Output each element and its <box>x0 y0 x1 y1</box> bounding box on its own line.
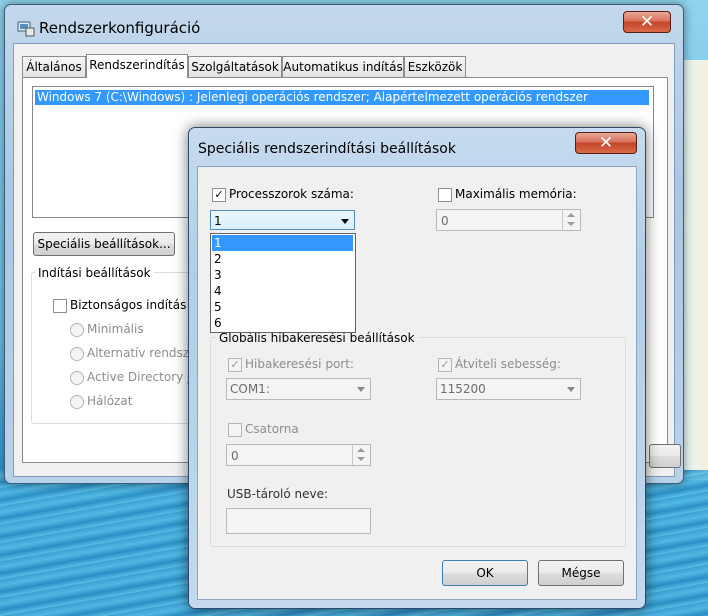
max-memory-checkbox[interactable] <box>438 188 452 202</box>
usb-target-label: USB-tároló neve: <box>227 487 329 501</box>
tab-boot[interactable]: Rendszerindítás <box>86 54 188 78</box>
baud-rate-label: Átviteli sebesség: <box>455 357 561 371</box>
num-processors-label: Processzorok száma: <box>229 187 354 201</box>
debug-port-value: COM1: <box>230 382 270 396</box>
advanced-options-button[interactable]: Speciális beállítások... <box>33 232 175 256</box>
num-processors-checkbox[interactable]: ✓ <box>212 188 226 202</box>
channel-label: Csatorna <box>245 422 299 436</box>
chevron-down-icon <box>357 387 365 392</box>
spinner-buttons <box>352 445 370 465</box>
dialog-title: Speciális rendszerindítási beállítások <box>198 141 456 157</box>
max-memory-label: Maximális memória: <box>455 187 577 201</box>
radio-ad-repair-label: Active Directory j <box>87 370 191 384</box>
processor-option[interactable]: 6 <box>212 315 353 331</box>
radio-minimal-label: Minimális <box>87 322 144 336</box>
processor-option[interactable]: 2 <box>212 251 353 267</box>
tab-tools[interactable]: Eszközök <box>404 56 466 77</box>
radio-network <box>70 395 84 409</box>
channel-checkbox <box>228 423 242 437</box>
processor-option[interactable]: 3 <box>212 267 353 283</box>
baud-rate-combo: 115200 <box>436 378 581 400</box>
safe-boot-label: Biztonságos indítás <box>70 298 187 312</box>
usb-target-input <box>226 508 371 534</box>
window-title: Rendszerkonfiguráció <box>39 19 201 37</box>
spinner-buttons <box>562 210 580 230</box>
num-processors-value: 1 <box>214 214 222 228</box>
processor-option[interactable]: 5 <box>212 299 353 315</box>
os-list-item[interactable]: Windows 7 (C:\Windows) : Jelenlegi operá… <box>35 90 649 105</box>
dialog-close-button[interactable]: ✕ <box>575 132 637 154</box>
tab-general[interactable]: Általános <box>22 56 86 77</box>
chevron-down-icon <box>567 387 575 392</box>
debug-port-label: Hibakeresési port: <box>245 357 354 371</box>
processor-dropdown-list: 1 2 3 4 5 6 <box>210 233 356 333</box>
debug-port-checkbox: ✓ <box>228 358 242 372</box>
radio-ad-repair <box>70 371 84 385</box>
dialog-client-area: ✓ Processzorok száma: 1 1 2 3 4 5 6 Maxi… <box>197 166 637 600</box>
debug-port-combo: COM1: <box>226 378 371 400</box>
spin-up-icon <box>567 213 575 217</box>
max-memory-value: 0 <box>441 214 449 228</box>
spin-down-icon <box>567 222 575 226</box>
spin-down-icon <box>357 457 365 461</box>
processor-option[interactable]: 1 <box>212 235 353 251</box>
spin-up-icon <box>357 448 365 452</box>
channel-spinner: 0 <box>226 444 371 466</box>
window-close-button[interactable]: ✕ <box>623 11 671 33</box>
ok-button[interactable]: OK <box>442 560 528 586</box>
chevron-down-icon <box>341 219 349 224</box>
cancel-button[interactable]: Mégse <box>538 560 624 586</box>
max-memory-spinner[interactable]: 0 <box>436 209 581 231</box>
system-config-icon <box>17 21 35 37</box>
baud-rate-value: 115200 <box>440 382 486 396</box>
tab-services[interactable]: Szolgáltatások <box>188 56 282 77</box>
radio-network-label: Hálózat <box>87 394 133 408</box>
boot-options-legend: Indítási beállítások <box>35 266 154 280</box>
num-processors-combo[interactable]: 1 <box>210 210 355 230</box>
radio-alternate-shell-label: Alternatív rendsz <box>87 346 190 360</box>
processor-option[interactable]: 4 <box>212 283 353 299</box>
radio-alternate-shell <box>70 347 84 361</box>
apply-button-partial[interactable] <box>649 444 681 468</box>
safe-boot-checkbox[interactable] <box>53 299 67 313</box>
channel-value: 0 <box>231 449 239 463</box>
tab-startup[interactable]: Automatikus indítás <box>282 56 404 77</box>
radio-minimal <box>70 323 84 337</box>
baud-rate-checkbox: ✓ <box>438 358 452 372</box>
advanced-boot-options-dialog: Speciális rendszerindítási beállítások ✕… <box>188 127 646 609</box>
debug-settings-legend: Globális hibakeresési beállítások <box>216 331 418 345</box>
